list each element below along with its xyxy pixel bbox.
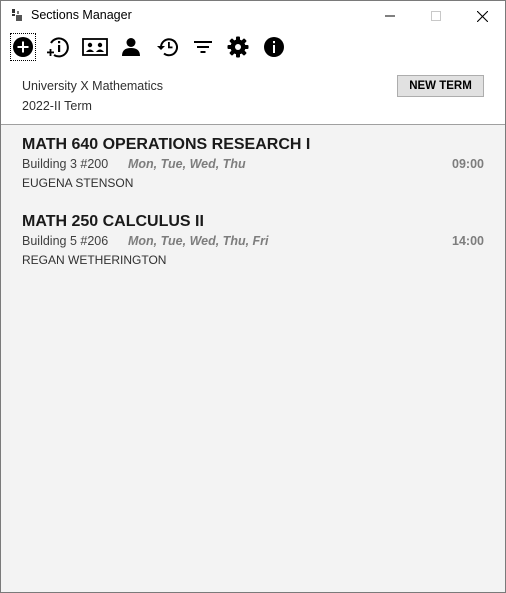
section-days: Mon, Tue, Wed, Thu, Fri xyxy=(128,234,269,248)
maximize-icon xyxy=(431,11,441,21)
history-button[interactable] xyxy=(153,32,181,62)
id-card-button[interactable] xyxy=(81,32,109,62)
app-logo-icon xyxy=(12,9,22,21)
section-title: MATH 250 CALCULUS II xyxy=(22,213,204,230)
id-card-icon xyxy=(82,38,108,56)
close-button[interactable] xyxy=(459,1,505,31)
minimize-button[interactable] xyxy=(367,1,413,31)
close-icon xyxy=(476,10,488,22)
filter-icon xyxy=(194,41,212,53)
section-time: 09:00 xyxy=(452,157,484,171)
section-instructor: REGAN WETHERINGTON xyxy=(22,253,167,267)
term-name: 2022-II Term xyxy=(22,99,92,113)
section-title: MATH 640 OPERATIONS RESEARCH I xyxy=(22,136,311,153)
window-title: Sections Manager xyxy=(31,8,132,22)
sections-list[interactable]: MATH 640 OPERATIONS RESEARCH I Building … xyxy=(1,125,505,592)
person-button[interactable] xyxy=(117,32,145,62)
section-time: 14:00 xyxy=(452,234,484,248)
toolbar xyxy=(1,32,505,64)
section-room: Building 3 #200 xyxy=(22,157,109,171)
organization-name: University X Mathematics xyxy=(22,79,164,93)
info-icon xyxy=(264,37,284,57)
section-instructor: EUGENA STENSON xyxy=(22,176,134,190)
maximize-button[interactable] xyxy=(413,1,459,31)
about-button[interactable] xyxy=(260,32,288,62)
app-window: Sections Manager University X Mathematic… xyxy=(0,0,506,593)
filter-button[interactable] xyxy=(189,32,217,62)
add-circle-icon xyxy=(13,37,33,57)
info-add-icon xyxy=(47,37,69,58)
add-info-button[interactable] xyxy=(44,32,72,62)
section-days: Mon, Tue, Wed, Thu xyxy=(128,157,246,171)
settings-button[interactable] xyxy=(224,32,252,62)
person-icon xyxy=(122,38,140,56)
new-term-button[interactable]: NEW TERM xyxy=(397,75,484,97)
title-bar[interactable]: Sections Manager xyxy=(1,1,505,31)
history-icon xyxy=(157,38,178,57)
section-room: Building 5 #206 xyxy=(22,234,109,248)
term-header: University X Mathematics 2022-II Term NE… xyxy=(1,65,505,125)
section-item[interactable]: MATH 250 CALCULUS II Building 5 #206 Mon… xyxy=(1,202,505,274)
add-section-button[interactable] xyxy=(9,32,37,62)
gear-icon xyxy=(227,36,249,58)
section-item[interactable]: MATH 640 OPERATIONS RESEARCH I Building … xyxy=(1,125,505,197)
minimize-icon xyxy=(385,15,395,17)
